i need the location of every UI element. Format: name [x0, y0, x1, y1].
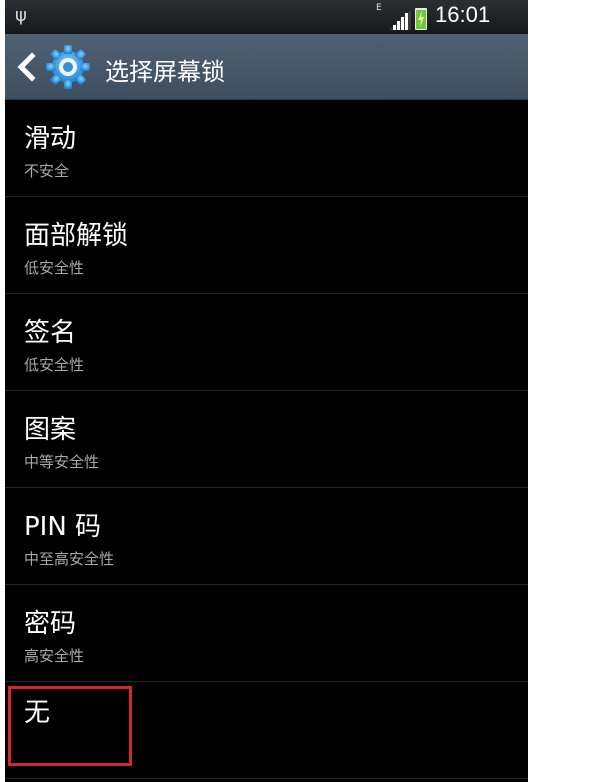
option-subtitle: 高安全性	[24, 647, 85, 665]
battery-icon	[415, 8, 427, 30]
signal-strength-icon	[389, 10, 411, 30]
option-title: 图案	[24, 415, 77, 445]
option-face-unlock[interactable]: 面部解锁 低安全性	[5, 197, 528, 294]
highlight-box	[8, 686, 132, 766]
status-clock: 16:01	[435, 2, 491, 27]
option-pattern[interactable]: 图案 中等安全性	[5, 391, 528, 488]
option-signature[interactable]: 签名 低安全性	[5, 294, 528, 391]
option-subtitle: 低安全性	[24, 356, 85, 374]
chevron-left-icon[interactable]	[13, 50, 39, 84]
option-title: 滑动	[24, 124, 77, 154]
option-subtitle: 中至高安全性	[24, 550, 115, 568]
network-type-indicator: E	[376, 3, 382, 13]
status-bar: ψ E 16:01	[5, 0, 528, 34]
option-subtitle: 不安全	[24, 162, 70, 180]
option-title: 密码	[24, 609, 77, 639]
page-title: 选择屏幕锁	[105, 58, 225, 86]
option-password[interactable]: 密码 高安全性	[5, 585, 528, 682]
option-title: PIN 码	[24, 512, 102, 542]
phone-screen: ψ E 16:01 选择屏幕锁 滑动 不安全 面部解锁 低安全性 签名 低安全性…	[5, 0, 528, 782]
screen-lock-options-list: 滑动 不安全 面部解锁 低安全性 签名 低安全性 图案 中等安全性 PIN 码 …	[5, 100, 528, 779]
option-title: 签名	[24, 318, 77, 348]
option-subtitle: 中等安全性	[24, 453, 100, 471]
option-pin[interactable]: PIN 码 中至高安全性	[5, 488, 528, 585]
option-title: 面部解锁	[24, 221, 129, 251]
gear-icon[interactable]	[43, 42, 93, 92]
option-swipe[interactable]: 滑动 不安全	[5, 100, 528, 197]
usb-icon: ψ	[15, 5, 27, 26]
action-bar: 选择屏幕锁	[5, 34, 528, 100]
option-subtitle: 低安全性	[24, 259, 85, 277]
